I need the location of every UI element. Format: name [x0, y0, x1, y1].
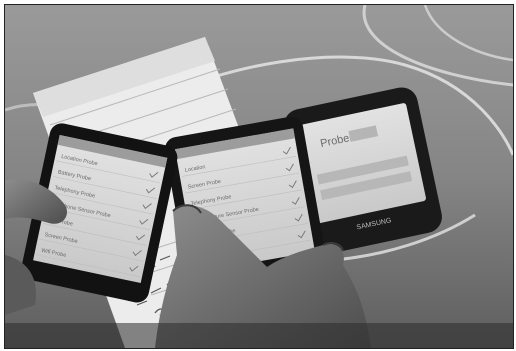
photo-scene: Probes SAMSUNG LocationScreen ProbeTelep… [5, 5, 513, 348]
photo-frame: Probes SAMSUNG Location Screen Probe Telep… [4, 4, 514, 349]
foreground-shadow [5, 323, 513, 348]
